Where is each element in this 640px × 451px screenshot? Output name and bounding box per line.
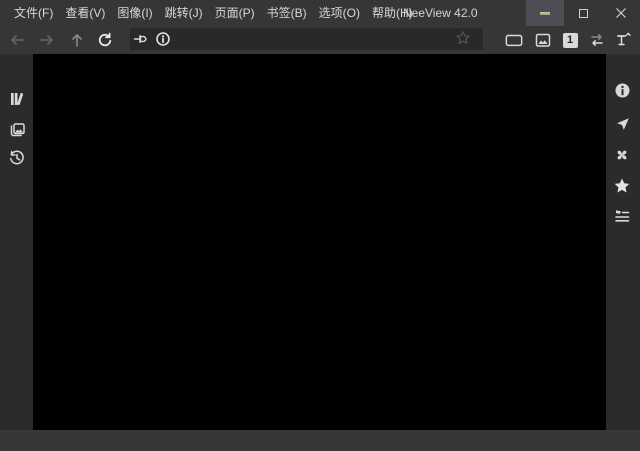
minimize-icon bbox=[540, 12, 550, 15]
content-area bbox=[0, 54, 640, 430]
image-view-canvas[interactable] bbox=[33, 54, 606, 430]
up-button[interactable] bbox=[68, 31, 86, 49]
album-icon bbox=[8, 121, 27, 139]
favorite-button[interactable] bbox=[455, 30, 473, 48]
window-controls bbox=[526, 0, 640, 26]
bookshelf-icon bbox=[8, 90, 26, 108]
menu-options[interactable]: 选项(O) bbox=[313, 0, 366, 26]
neeview-window: { "window": { "title": "NeeView 42.0" },… bbox=[0, 0, 640, 451]
image-size-button[interactable] bbox=[534, 31, 552, 49]
navigation-panel-button[interactable] bbox=[612, 114, 632, 134]
maximize-icon bbox=[579, 9, 588, 18]
playlist-icon bbox=[613, 207, 631, 225]
forward-icon bbox=[38, 31, 56, 49]
left-panel-rail bbox=[0, 54, 33, 430]
back-button[interactable] bbox=[8, 31, 26, 49]
window-title: NeeView 42.0 bbox=[403, 0, 478, 26]
playlist-panel-button[interactable] bbox=[612, 206, 632, 226]
single-page-icon: 1 bbox=[563, 33, 578, 48]
effect-panel-button[interactable] bbox=[612, 145, 632, 165]
close-icon bbox=[615, 7, 627, 19]
menu-jump[interactable]: 跳转(J) bbox=[159, 0, 209, 26]
pin-panel-icon bbox=[614, 31, 632, 49]
forward-button[interactable] bbox=[38, 31, 56, 49]
read-direction-button[interactable] bbox=[588, 31, 606, 49]
page-slider-bar[interactable] bbox=[0, 430, 640, 451]
pin-panels-button[interactable] bbox=[614, 31, 632, 49]
page-info-button[interactable] bbox=[154, 30, 172, 48]
titlebar: 文件(F) 查看(V) 图像(I) 跳转(J) 页面(P) 书签(B) 选项(O… bbox=[0, 0, 640, 26]
info-icon bbox=[614, 82, 631, 99]
pin-icon bbox=[133, 30, 151, 48]
history-panel-button[interactable] bbox=[7, 148, 27, 168]
pin-media-button[interactable] bbox=[133, 30, 151, 48]
image-frame-icon bbox=[534, 31, 552, 49]
navigation-icon bbox=[614, 116, 631, 133]
album-panel-button[interactable] bbox=[7, 120, 27, 140]
bookshelf-panel-button[interactable] bbox=[7, 89, 27, 109]
refresh-icon bbox=[96, 31, 114, 49]
menu-image[interactable]: 图像(I) bbox=[111, 0, 158, 26]
stretch-view-button[interactable] bbox=[505, 31, 523, 49]
bookmark-star-icon bbox=[613, 177, 631, 195]
favorite-star-icon bbox=[455, 30, 471, 46]
menubar: 文件(F) 查看(V) 图像(I) 跳转(J) 页面(P) 书签(B) 选项(O… bbox=[8, 0, 419, 26]
read-direction-icon bbox=[588, 31, 606, 49]
close-button[interactable] bbox=[602, 0, 640, 26]
back-icon bbox=[8, 31, 26, 49]
refresh-button[interactable] bbox=[96, 31, 114, 49]
right-panel-rail bbox=[606, 54, 640, 430]
bookmark-panel-button[interactable] bbox=[612, 176, 632, 196]
toolbar: 1 bbox=[0, 26, 640, 54]
menu-file[interactable]: 文件(F) bbox=[8, 0, 59, 26]
up-icon bbox=[68, 31, 86, 49]
menu-bookmark[interactable]: 书签(B) bbox=[261, 0, 313, 26]
history-icon bbox=[8, 149, 26, 167]
maximize-button[interactable] bbox=[564, 0, 602, 26]
minimize-button[interactable] bbox=[526, 0, 564, 26]
menu-view[interactable]: 查看(V) bbox=[59, 0, 111, 26]
book-frame-icon bbox=[505, 31, 523, 49]
menu-page[interactable]: 页面(P) bbox=[209, 0, 261, 26]
information-panel-button[interactable] bbox=[612, 80, 632, 100]
effect-fan-icon bbox=[613, 146, 631, 164]
page-mode-button[interactable]: 1 bbox=[561, 31, 579, 49]
info-icon bbox=[154, 30, 172, 48]
address-bar[interactable] bbox=[130, 28, 483, 50]
